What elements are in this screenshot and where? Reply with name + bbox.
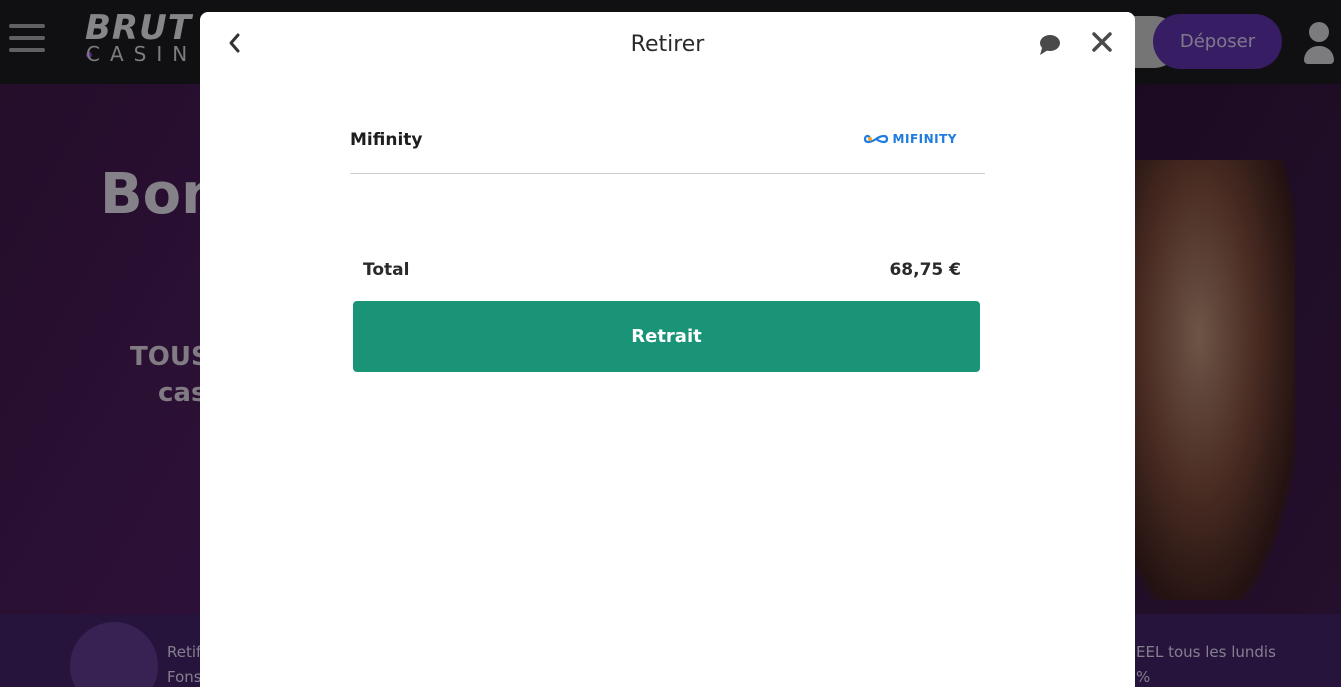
- withdraw-modal: Retirer Mifinity MIFINITY Total 68,75 € …: [200, 12, 1135, 687]
- withdraw-button[interactable]: Retrait: [353, 301, 980, 372]
- close-button[interactable]: [1088, 28, 1116, 56]
- modal-title: Retirer: [630, 32, 705, 57]
- total-label: Total: [363, 260, 410, 280]
- mifinity-logo-text: MIFINITY: [892, 132, 957, 146]
- close-icon: [1092, 32, 1112, 52]
- mifinity-logo: MIFINITY: [863, 132, 957, 146]
- total-value: 68,75 €: [889, 260, 961, 280]
- infinity-icon: [863, 134, 888, 144]
- payment-method-name: Mifinity: [350, 130, 423, 150]
- total-row: Total 68,75 €: [363, 260, 961, 284]
- payment-method-row[interactable]: Mifinity MIFINITY: [350, 116, 985, 174]
- chat-button[interactable]: [1036, 32, 1064, 58]
- chat-bubble-icon: [1040, 35, 1060, 55]
